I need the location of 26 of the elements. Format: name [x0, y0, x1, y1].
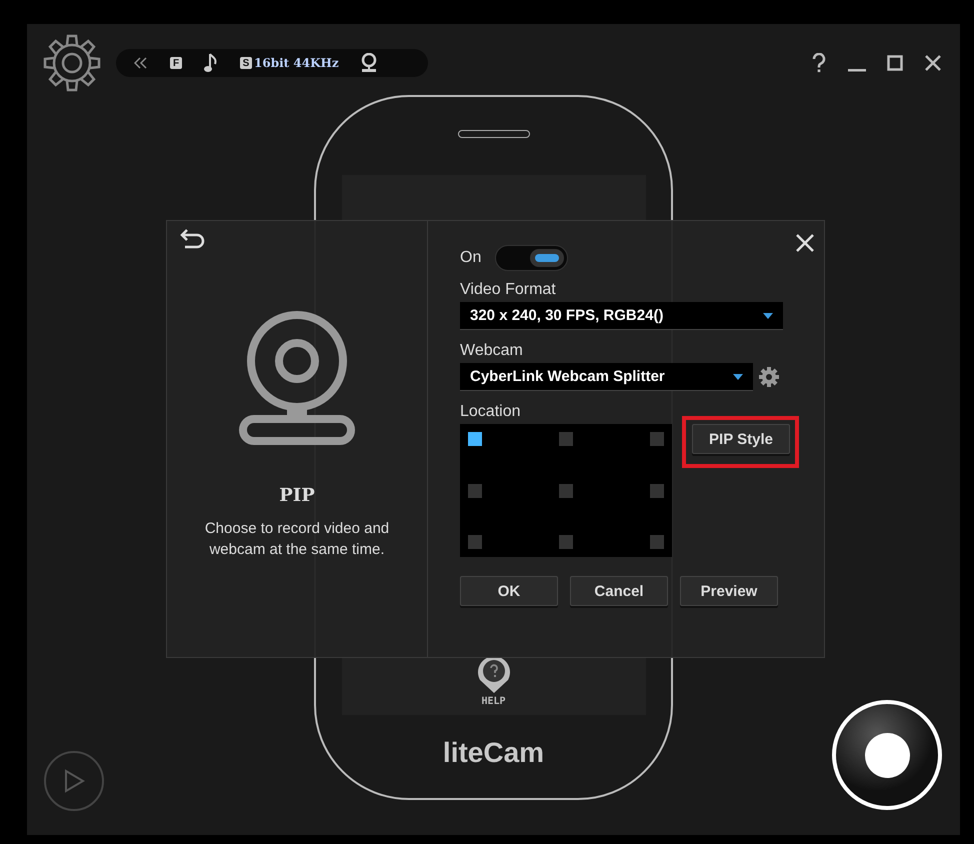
speaker-slot [458, 130, 530, 138]
app-logo: liteCam [442, 737, 544, 769]
dialog-button[interactable]: OK [460, 576, 558, 606]
pip-style-button[interactable]: PIP Style [692, 424, 790, 454]
webcam-icon [239, 311, 355, 445]
dialog-button[interactable]: Preview [680, 576, 778, 606]
on-toggle[interactable] [495, 245, 568, 271]
help-button[interactable]: HELP [476, 656, 512, 707]
collapse-icon[interactable] [134, 57, 148, 69]
audio-quality-button[interactable]: S 16bit 44KHz [240, 56, 339, 70]
on-label: On [460, 249, 482, 267]
dialog-description: Choose to record video and webcam at the same time. [204, 519, 390, 560]
dialog-title: PIP [279, 485, 315, 506]
format-button[interactable]: F [170, 57, 182, 69]
settings-icon[interactable] [42, 33, 102, 93]
webcam-dropdown[interactable]: CyberLink Webcam Splitter [460, 363, 753, 391]
play-icon [63, 769, 85, 793]
field-label: Video Format [460, 281, 557, 299]
video-format-dropdown[interactable]: 320 x 240, 30 FPS, RGB24() [460, 302, 783, 330]
settings-icon[interactable] [759, 367, 779, 387]
close-icon[interactable] [922, 55, 944, 71]
field-label: Location [460, 403, 522, 421]
dialog-button[interactable]: Cancel [570, 576, 668, 606]
webcam-icon[interactable] [360, 53, 377, 73]
field-label: Webcam [460, 342, 524, 360]
music-note-icon[interactable] [204, 53, 218, 73]
